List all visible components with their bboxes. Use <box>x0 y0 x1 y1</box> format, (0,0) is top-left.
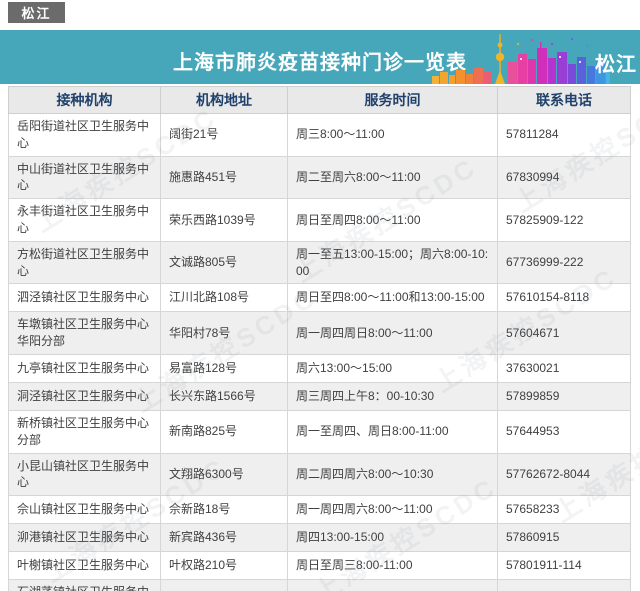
cell-institution: 方松街道社区卫生服务中心 <box>8 240 161 285</box>
cell-phone: 57658233 <box>497 495 631 525</box>
cell-institution: 岳阳街道社区卫生服务中心 <box>8 113 161 157</box>
cell-address: 文翔路6300号 <box>160 452 288 497</box>
table-row: 石湖荡镇社区卫生服务中心 石湖新路99号 周四8:00～11:00 576535… <box>8 579 631 591</box>
cell-phone: 37630021 <box>497 353 631 383</box>
cell-address: 荣乐西路1039号 <box>160 198 288 242</box>
cell-hours: 周四13:00-15:00 <box>287 523 498 553</box>
cell-address: 叶权路210号 <box>160 551 288 581</box>
table-row: 永丰街道社区卫生服务中心 荣乐西路1039号 周日至周四8:00～11:00 5… <box>8 198 631 242</box>
cell-address: 新宾路436号 <box>160 523 288 553</box>
cell-phone: 57604671 <box>497 311 631 355</box>
cell-phone: 57801911-114 <box>497 551 631 581</box>
table-row: 泖港镇社区卫生服务中心 新宾路436号 周四13:00-15:00 578609… <box>8 523 631 553</box>
cell-address: 华阳村78号 <box>160 311 288 355</box>
cell-address: 文诚路805号 <box>160 240 288 285</box>
cell-institution: 佘山镇社区卫生服务中心 <box>8 495 161 525</box>
cell-institution: 石湖荡镇社区卫生服务中心 <box>8 579 161 591</box>
cell-phone: 67830994 <box>497 155 631 200</box>
cell-institution: 永丰街道社区卫生服务中心 <box>8 198 161 242</box>
header-phone: 联系电话 <box>497 86 631 114</box>
cell-hours: 周三8:00～11:00 <box>287 113 498 157</box>
cell-institution: 车墩镇社区卫生服务中心华阳分部 <box>8 311 161 355</box>
banner-region-label: 松江 <box>595 54 637 76</box>
cell-phone: 57860915 <box>497 523 631 553</box>
cell-phone: 57610154-8118 <box>497 283 631 313</box>
cell-institution: 小昆山镇社区卫生服务中心 <box>8 452 161 497</box>
header-institution: 接种机构 <box>8 86 161 114</box>
cell-phone: 57825909-122 <box>497 198 631 242</box>
table-header-row: 接种机构 机构地址 服务时间 联系电话 <box>8 86 631 114</box>
cell-hours: 周一周四周日8:00～11:00 <box>287 311 498 355</box>
cell-phone: 67736999-222 <box>497 240 631 285</box>
cell-institution: 中山街道社区卫生服务中心 <box>8 155 161 200</box>
city-skyline-icon <box>432 34 610 84</box>
cell-hours: 周一至五13:00-15:00；周六8:00-10:00 <box>287 240 498 285</box>
cell-address: 江川北路108号 <box>160 283 288 313</box>
cell-institution: 泖港镇社区卫生服务中心 <box>8 523 161 553</box>
table-row: 洞泾镇社区卫生服务中心 长兴东路1566号 周三周四上午8：00-10:30 5… <box>8 381 631 411</box>
cell-hours: 周一周四周六8:00～11:00 <box>287 495 498 525</box>
cell-institution: 洞泾镇社区卫生服务中心 <box>8 381 161 411</box>
cell-phone: 57762672-8044 <box>497 452 631 497</box>
cell-address: 施惠路451号 <box>160 155 288 200</box>
header-hours: 服务时间 <box>287 86 498 114</box>
cell-address: 易富路128号 <box>160 353 288 383</box>
cell-hours: 周二周四周六8:00～10:30 <box>287 452 498 497</box>
header-address: 机构地址 <box>160 86 288 114</box>
cell-address: 阔街21号 <box>160 113 288 157</box>
clinic-table: 接种机构 机构地址 服务时间 联系电话 岳阳街道社区卫生服务中心 阔街21号 周… <box>8 86 631 591</box>
table-row: 车墩镇社区卫生服务中心华阳分部 华阳村78号 周一周四周日8:00～11:00 … <box>8 311 631 355</box>
table-row: 泗泾镇社区卫生服务中心 江川北路108号 周日至四8:00～11:00和13:0… <box>8 283 631 313</box>
table-row: 叶榭镇社区卫生服务中心 叶权路210号 周日至周三8:00-11:00 5780… <box>8 551 631 581</box>
cell-address: 长兴东路1566号 <box>160 381 288 411</box>
table-row: 佘山镇社区卫生服务中心 佘新路18号 周一周四周六8:00～11:00 5765… <box>8 495 631 525</box>
table-row: 方松街道社区卫生服务中心 文诚路805号 周一至五13:00-15:00；周六8… <box>8 240 631 285</box>
banner: 上海市肺炎疫苗接种门诊一览表 松江 <box>0 30 640 84</box>
table-row: 岳阳街道社区卫生服务中心 阔街21号 周三8:00～11:00 57811284 <box>8 113 631 157</box>
cell-hours: 周二至周六8:00～11:00 <box>287 155 498 200</box>
table-row: 九亭镇社区卫生服务中心 易富路128号 周六13:00～15:00 376300… <box>8 353 631 383</box>
cell-hours: 周日至四8:00～11:00和13:00-15:00 <box>287 283 498 313</box>
cell-institution: 新桥镇社区卫生服务中心分部 <box>8 409 161 454</box>
cell-institution: 叶榭镇社区卫生服务中心 <box>8 551 161 581</box>
cell-hours: 周四8:00～11:00 <box>287 579 498 591</box>
cell-address: 佘新路18号 <box>160 495 288 525</box>
cell-address: 石湖新路99号 <box>160 579 288 591</box>
table-row: 小昆山镇社区卫生服务中心 文翔路6300号 周二周四周六8:00～10:30 5… <box>8 452 631 497</box>
cell-hours: 周日至周四8:00～11:00 <box>287 198 498 242</box>
cell-phone: 57644953 <box>497 409 631 454</box>
cell-institution: 九亭镇社区卫生服务中心 <box>8 353 161 383</box>
cell-hours: 周日至周三8:00-11:00 <box>287 551 498 581</box>
cell-hours: 周六13:00～15:00 <box>287 353 498 383</box>
cell-phone: 57811284 <box>497 113 631 157</box>
table-row: 新桥镇社区卫生服务中心分部 新南路825号 周一至周四、周日8:00-11:00… <box>8 409 631 454</box>
table-row: 中山街道社区卫生服务中心 施惠路451号 周二至周六8:00～11:00 678… <box>8 155 631 200</box>
cell-hours: 周一至周四、周日8:00-11:00 <box>287 409 498 454</box>
page: 上海疾控SCDC 上海疾控SCDC 上海疾控SCDC 上海疾控SCDC 上海疾控… <box>0 0 640 591</box>
cell-address: 新南路825号 <box>160 409 288 454</box>
cell-hours: 周三周四上午8：00-10:30 <box>287 381 498 411</box>
cell-institution: 泗泾镇社区卫生服务中心 <box>8 283 161 313</box>
cell-phone: 57899859 <box>497 381 631 411</box>
cell-phone: 57653545-8003 <box>497 579 631 591</box>
region-tag: 松江 <box>8 2 65 23</box>
